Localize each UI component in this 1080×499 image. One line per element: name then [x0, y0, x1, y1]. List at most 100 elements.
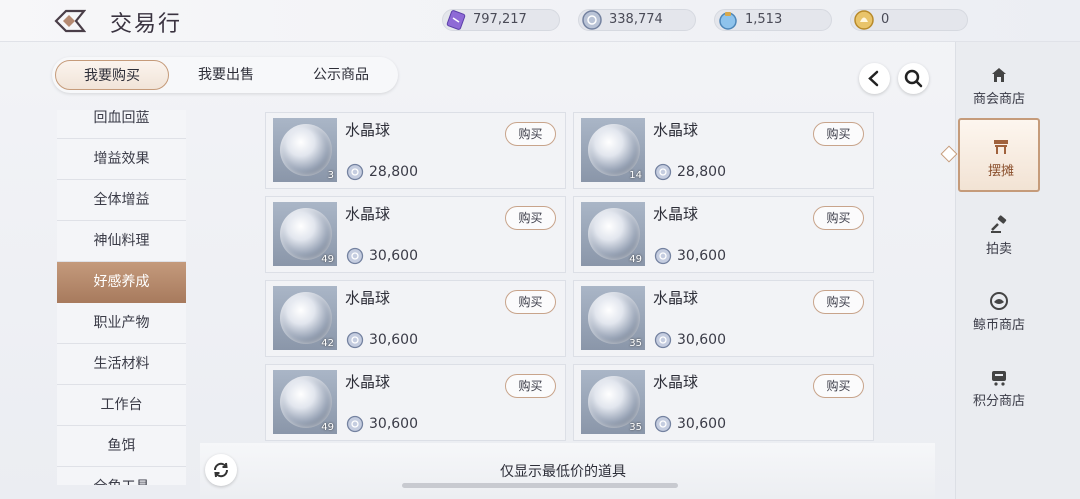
category-item[interactable]: 增益效果 [57, 139, 186, 180]
trade-tabs: 我要购买 我要出售 公示商品 [52, 57, 398, 93]
shop-sidebar: 商会商店 摆摊 拍卖 鲸币商店 积分商店 [955, 42, 1080, 499]
search-button[interactable] [898, 63, 929, 94]
back-arrow-icon[interactable] [54, 8, 87, 34]
item-price: 28,800 [369, 164, 418, 180]
item-price: 30,600 [369, 416, 418, 432]
chevron-left-icon [868, 70, 879, 87]
buy-button[interactable]: 购买 [813, 122, 864, 146]
crystal-ball-icon: 49 [581, 202, 645, 266]
silver-coin-icon [346, 163, 364, 181]
crystal-ball-icon: 49 [273, 202, 337, 266]
item-name: 水晶球 [345, 289, 391, 307]
refresh-button[interactable] [205, 454, 237, 486]
currency-bag: 1,513 [714, 9, 832, 31]
shop-label: 积分商店 [972, 394, 1025, 409]
points-shop-icon [992, 371, 1006, 386]
category-item[interactable]: 全体增益 [57, 180, 186, 221]
top-bar: 交易行 797,217 338,774 1,513 0 [0, 0, 1080, 42]
home-indicator [402, 483, 678, 488]
shop-label: 商会商店 [972, 92, 1025, 107]
shop-guild[interactable]: 商会商店 [958, 48, 1040, 122]
item-price: 30,600 [369, 332, 418, 348]
item-quantity: 49 [629, 254, 642, 265]
gold-bell-icon [853, 9, 875, 31]
item-card[interactable]: 14 水晶球 购买 28,800 [573, 112, 874, 189]
item-price: 28,800 [677, 164, 726, 180]
crystal-ball-icon: 3 [273, 118, 337, 182]
category-list[interactable]: 回血回蓝 增益效果 全体增益 神仙料理 好感养成 职业产物 生活材料 工作台 鱼… [57, 110, 186, 485]
item-price: 30,600 [677, 416, 726, 432]
shop-points[interactable]: 积分商店 [958, 350, 1040, 424]
item-name: 水晶球 [653, 289, 699, 307]
item-price: 30,600 [677, 248, 726, 264]
category-item[interactable]: 工作台 [57, 385, 186, 426]
stall-icon [994, 140, 1008, 154]
item-card[interactable]: 35 水晶球 购买 30,600 [573, 364, 874, 441]
silver-coin-icon [346, 247, 364, 265]
item-name: 水晶球 [653, 205, 699, 223]
purple-ticket-icon [445, 9, 467, 31]
buy-button[interactable]: 购买 [813, 290, 864, 314]
item-name: 水晶球 [345, 373, 391, 391]
silver-coin-icon [654, 247, 672, 265]
silver-coin-icon [346, 331, 364, 349]
item-quantity: 49 [321, 422, 334, 433]
category-item[interactable]: 神仙料理 [57, 221, 186, 262]
shop-stall[interactable]: 摆摊 [958, 118, 1040, 192]
silver-coin-icon [654, 163, 672, 181]
category-item[interactable]: 全角工具 [57, 467, 186, 485]
item-card[interactable]: 49 水晶球 购买 30,600 [573, 196, 874, 273]
item-price: 30,600 [677, 332, 726, 348]
buy-button[interactable]: 购买 [505, 122, 556, 146]
item-quantity: 42 [321, 338, 334, 349]
item-card[interactable]: 49 水晶球 购买 30,600 [265, 364, 566, 441]
item-quantity: 49 [321, 254, 334, 265]
item-price: 30,600 [369, 248, 418, 264]
item-card[interactable]: 42 水晶球 购买 30,600 [265, 280, 566, 357]
item-name: 水晶球 [653, 121, 699, 139]
item-card[interactable]: 49 水晶球 购买 30,600 [265, 196, 566, 273]
page-title: 交易行 [110, 12, 183, 37]
category-item[interactable]: 鱼饵 [57, 426, 186, 467]
buy-button[interactable]: 购买 [505, 290, 556, 314]
item-quantity: 35 [629, 338, 642, 349]
crystal-ball-icon: 14 [581, 118, 645, 182]
buy-button[interactable]: 购买 [813, 206, 864, 230]
currency-value: 0 [881, 12, 890, 27]
shop-auction[interactable]: 拍卖 [958, 198, 1040, 272]
silver-coin-icon [654, 331, 672, 349]
item-card[interactable]: 3 水晶球 购买 28,800 [265, 112, 566, 189]
category-item[interactable]: 回血回蓝 [57, 110, 186, 139]
buy-button[interactable]: 购买 [813, 374, 864, 398]
item-name: 水晶球 [345, 121, 391, 139]
silver-coin-icon [654, 415, 672, 433]
chevron-left-button[interactable] [859, 63, 890, 94]
item-card[interactable]: 35 水晶球 购买 30,600 [573, 280, 874, 357]
buy-button[interactable]: 购买 [505, 374, 556, 398]
crystal-ball-icon: 35 [581, 370, 645, 434]
shop-label: 摆摊 [987, 164, 1014, 179]
shop-whale-coin[interactable]: 鲸币商店 [958, 274, 1040, 348]
item-quantity: 35 [629, 422, 642, 433]
category-item[interactable]: 职业产物 [57, 303, 186, 344]
refresh-icon [213, 462, 229, 478]
tab-public[interactable]: 公示商品 [288, 60, 394, 90]
buy-button[interactable]: 购买 [505, 206, 556, 230]
lowest-price-filter-label[interactable]: 仅显示最低价的道具 [500, 461, 626, 481]
whale-coin-icon [990, 292, 1008, 310]
currency-value: 338,774 [609, 12, 663, 27]
crystal-ball-icon: 42 [273, 286, 337, 350]
item-quantity: 3 [327, 170, 334, 181]
trading-house-screen: 交易行 797,217 338,774 1,513 0 我要购买 我要出售 公示… [0, 0, 1080, 499]
tab-sell[interactable]: 我要出售 [176, 60, 276, 90]
currency-ticket: 797,217 [442, 9, 560, 31]
silver-coin-icon [346, 415, 364, 433]
shop-label: 鲸币商店 [972, 318, 1025, 333]
auction-hammer-icon [991, 215, 1007, 233]
category-item[interactable]: 生活材料 [57, 344, 186, 385]
shop-label: 拍卖 [985, 242, 1012, 257]
currency-value: 1,513 [745, 12, 783, 27]
tab-buy[interactable]: 我要购买 [55, 60, 169, 90]
category-item-active[interactable]: 好感养成 [57, 262, 186, 303]
silver-coin-icon [581, 9, 603, 31]
